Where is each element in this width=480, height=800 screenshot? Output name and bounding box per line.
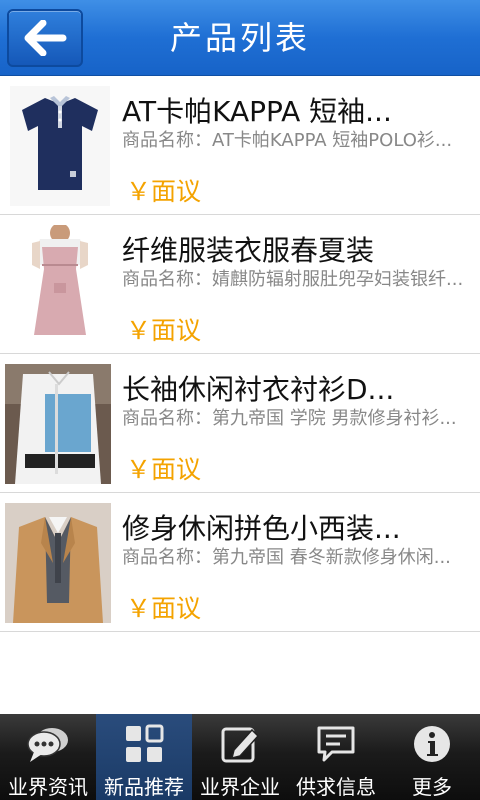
product-title: 修身休闲拼色小西装... [122,512,401,545]
product-list: AT卡帕KAPPA 短袖... 商品名称：AT卡帕KAPPA 短袖POLO衫..… [0,76,480,632]
tab-label: 更多 [412,775,452,799]
grid-icon [122,722,166,765]
tab-new-products[interactable]: 新品推荐 [96,714,192,800]
list-item[interactable]: 纤维服装衣服春夏装 商品名称：婧麒防辐射服肚兜孕妇装银纤... ￥面议 [0,215,480,354]
product-desc: 商品名称：第九帝国 春冬新款修身休闲... [122,547,451,568]
tab-label: 供求信息 [296,775,376,799]
product-image [10,225,110,345]
tab-supply-demand[interactable]: 供求信息 [288,714,384,800]
product-desc: 商品名称：婧麒防辐射服肚兜孕妇装银纤... [122,269,464,290]
product-desc: 商品名称：第九帝国 学院 男款修身衬衫... [122,408,457,429]
tab-label: 新品推荐 [104,775,184,799]
list-item[interactable]: 修身休闲拼色小西装... 商品名称：第九帝国 春冬新款修身休闲... ￥面议 [0,493,480,632]
tab-more[interactable]: 更多 [384,714,480,800]
tab-industry-companies[interactable]: 业界企业 [192,714,288,800]
message-icon [314,722,358,765]
product-price: ￥面议 [126,177,202,206]
tab-industry-news[interactable]: 业界资讯 [0,714,96,800]
product-desc: 商品名称：AT卡帕KAPPA 短袖POLO衫... [122,130,453,151]
chat-bubbles-icon [26,722,70,765]
product-image [5,364,111,484]
tab-label: 业界资讯 [8,775,88,799]
info-icon [410,722,454,765]
product-title: 长袖休闲衬衣衬衫D... [122,373,395,406]
product-price: ￥面议 [126,316,202,345]
list-item[interactable]: AT卡帕KAPPA 短袖... 商品名称：AT卡帕KAPPA 短袖POLO衫..… [0,76,480,215]
edit-note-icon [218,722,262,765]
page-title: 产品列表 [169,19,310,57]
product-title: AT卡帕KAPPA 短袖... [122,95,392,128]
tab-label: 业界企业 [200,775,280,799]
product-price: ￥面议 [126,455,202,484]
product-image [5,503,111,623]
product-price: ￥面议 [126,594,202,623]
bottom-tab-bar: 业界资讯 新品推荐 业界企业 供求信息 更多 [0,714,480,800]
list-item[interactable]: 长袖休闲衬衣衬衫D... 商品名称：第九帝国 学院 男款修身衬衫... ￥面议 [0,354,480,493]
product-title: 纤维服装衣服春夏装 [122,234,375,267]
header-bar: 产品列表 [0,0,480,76]
product-image [10,86,110,206]
